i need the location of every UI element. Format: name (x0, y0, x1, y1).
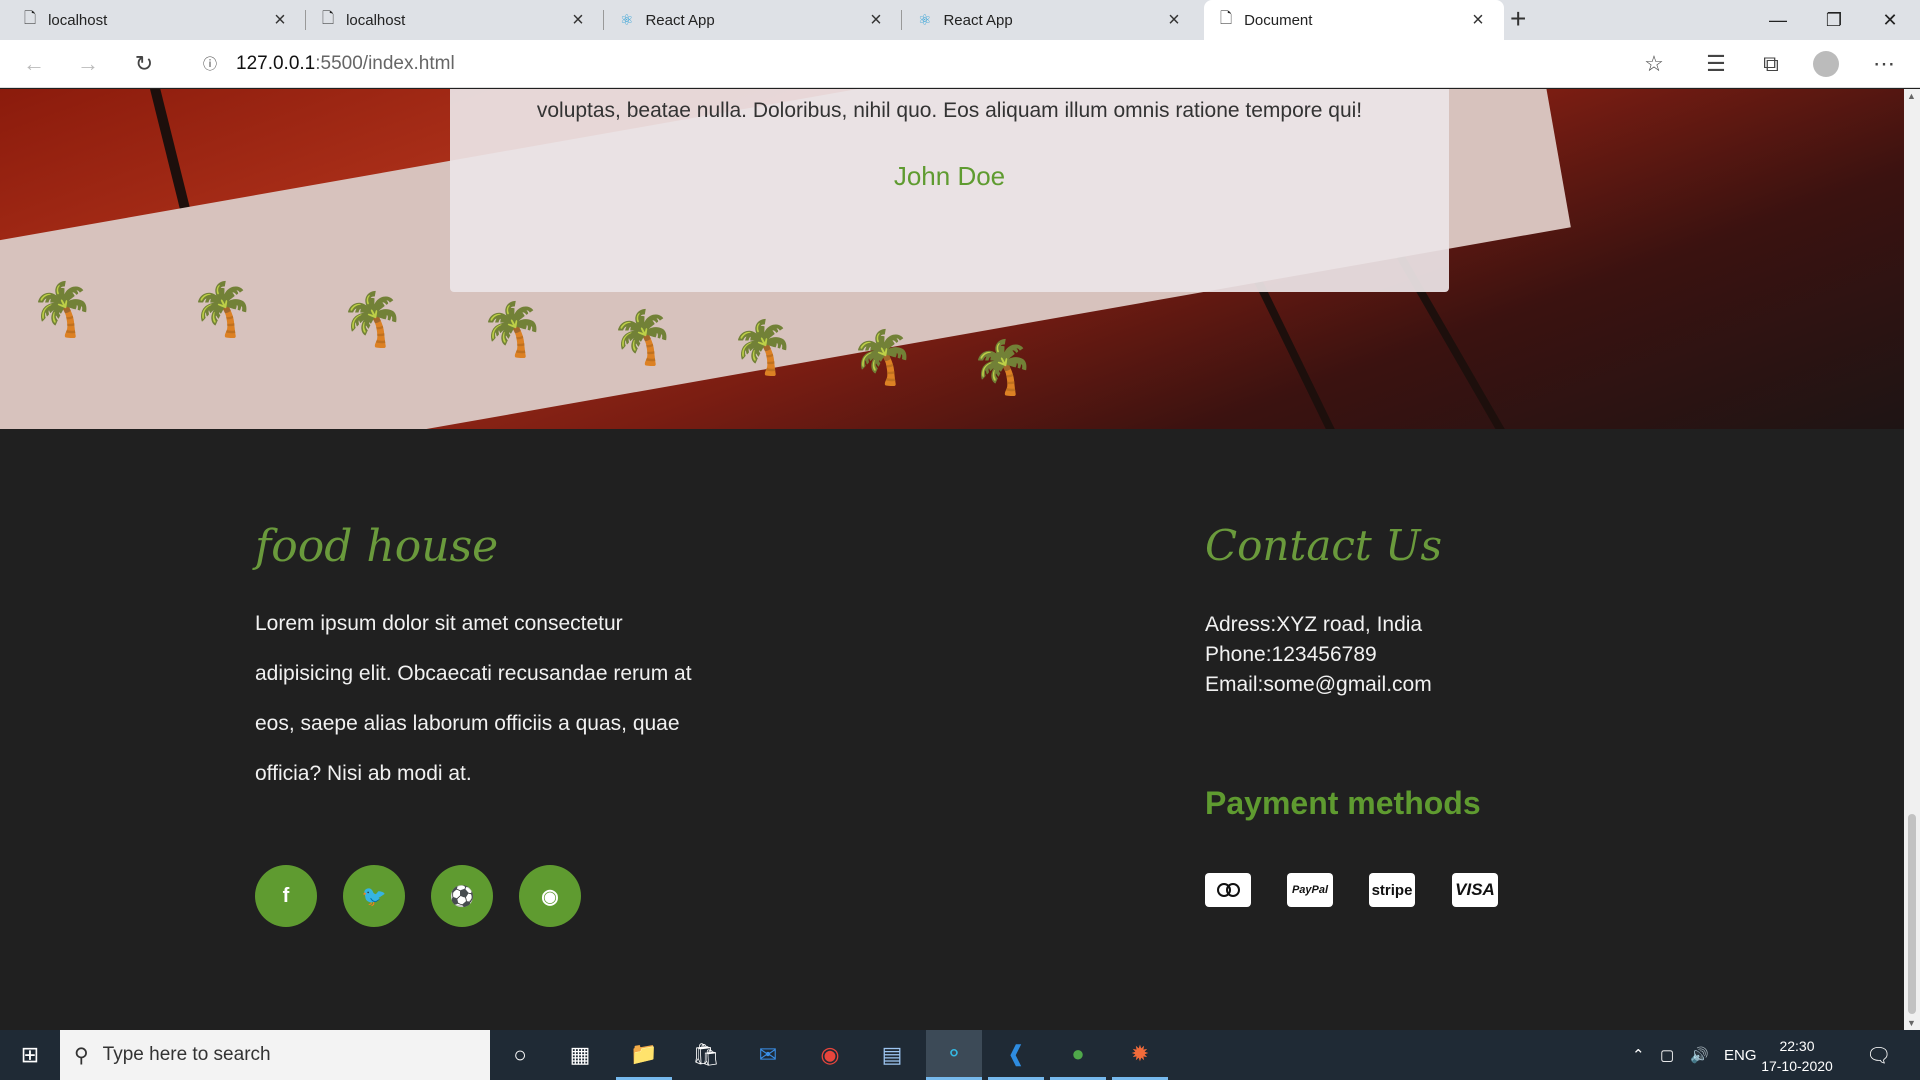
tab-label: localhost (48, 11, 108, 29)
tab-document[interactable]: 🗋 Document × (1204, 0, 1504, 40)
browser-tab-strip: 🗋 localhost × 🗋 localhost × ⚛ React App … (0, 0, 1920, 40)
paypal-icon: PayPal (1287, 873, 1333, 907)
testimonial-background: 🌴 🌴 🌴 🌴 🌴 🌴 🌴 🌴 voluptas, beatae nulla. … (0, 89, 1904, 429)
contact-phone: Phone:123456789 (1205, 643, 1377, 666)
palm-icon: 🌴 (970, 339, 1035, 397)
contact-address: Adress:XYZ road, India (1205, 613, 1423, 636)
palm-icon: 🌴 (610, 309, 675, 367)
testimonial-card: voluptas, beatae nulla. Doloribus, nihil… (450, 89, 1449, 292)
notifications-icon[interactable]: 🗨 (1866, 1030, 1891, 1080)
contact-email: Email:some@gmail.com (1205, 673, 1432, 696)
facebook-icon[interactable]: f (255, 865, 317, 927)
react-icon: ⚛ (918, 12, 932, 29)
postman-icon[interactable]: ✹ (1112, 1030, 1168, 1080)
volume-icon[interactable]: 🔊 (1690, 1030, 1709, 1080)
address-url[interactable]: 127.0.0.1:5500/index.html (236, 53, 455, 75)
tab-close-icon[interactable]: × (1468, 9, 1488, 32)
windows-taskbar: ⊞ ⚲ Type here to search ○ ▦ 📁 🛍 ✉ ◉ ▤ ⚬ … (0, 1030, 1920, 1080)
tab-close-icon[interactable]: × (1164, 9, 1184, 32)
search-icon: ⚲ (74, 1044, 89, 1067)
favorite-star-icon[interactable]: ☆ (1638, 48, 1670, 80)
palm-icon: 🌴 (850, 329, 915, 387)
new-tab-button[interactable]: + (1510, 4, 1526, 34)
dribbble-icon[interactable]: ⚽ (431, 865, 493, 927)
page-icon: 🗋 (322, 9, 335, 27)
palm-icon: 🌴 (730, 319, 795, 377)
chrome-icon[interactable]: ◉ (802, 1030, 858, 1080)
scrollbar-thumb[interactable] (1908, 814, 1916, 1014)
page-content: 🌴 🌴 🌴 🌴 🌴 🌴 🌴 🌴 voluptas, beatae nulla. … (0, 89, 1904, 1030)
reload-button[interactable]: ↻ (128, 48, 160, 80)
address-bar[interactable]: ⓘ 127.0.0.1:5500/index.html (180, 45, 1680, 83)
scroll-down-icon[interactable]: ▼ (1907, 1018, 1916, 1028)
page-scrollbar[interactable]: ▲ ▼ (1904, 89, 1920, 1030)
page-icon: 🗋 (1220, 9, 1233, 27)
contact-title: Contact Us (1205, 521, 1443, 570)
site-info-icon[interactable]: ⓘ (196, 50, 224, 78)
language-indicator[interactable]: ENG (1724, 1030, 1757, 1080)
taskbar-search[interactable]: ⚲ Type here to search (60, 1030, 490, 1080)
palm-icon: 🌴 (30, 281, 95, 339)
tab-label: React App (943, 11, 1013, 29)
site-footer: food house Lorem ipsum dolor sit amet co… (0, 429, 1904, 1030)
close-window-button[interactable]: ✕ (1862, 0, 1918, 40)
battery-icon[interactable]: ▢ (1660, 1030, 1674, 1080)
tab-react-app-1[interactable]: ⚛ React App × (604, 0, 902, 40)
back-button[interactable]: ← (18, 48, 50, 80)
edge-icon[interactable]: ⚬ (926, 1030, 982, 1080)
app-icon[interactable]: ▤ (864, 1030, 920, 1080)
task-view-icon[interactable]: ▦ (552, 1030, 608, 1080)
favorites-icon[interactable]: ☰ (1700, 48, 1732, 80)
instagram-icon[interactable]: ◉ (519, 865, 581, 927)
collections-icon[interactable]: ⧉ (1755, 48, 1787, 80)
tab-label: Document (1244, 11, 1313, 29)
tab-close-icon[interactable]: × (270, 9, 290, 32)
tab-close-icon[interactable]: × (568, 9, 588, 32)
vscode-icon[interactable]: ❰ (988, 1030, 1044, 1080)
react-icon: ⚛ (620, 12, 634, 29)
url-host: 127.0.0.1 (236, 53, 316, 74)
cortana-icon[interactable]: ○ (492, 1030, 548, 1080)
store-icon[interactable]: 🛍 (678, 1030, 734, 1080)
palm-icon: 🌴 (190, 281, 255, 339)
payment-title: Payment methods (1205, 785, 1481, 821)
file-explorer-icon[interactable]: 📁 (616, 1030, 672, 1080)
minimize-button[interactable]: — (1750, 0, 1806, 40)
page-icon: 🗋 (24, 9, 37, 27)
twitter-icon[interactable]: 🐦 (343, 865, 405, 927)
more-menu-icon[interactable]: ⋯ (1868, 48, 1900, 80)
tab-localhost-1[interactable]: 🗋 localhost × (8, 0, 306, 40)
windows-start-icon[interactable]: ⊞ (0, 1030, 60, 1080)
mail-icon[interactable]: ✉ (740, 1030, 796, 1080)
clock-time: 22:30 (1779, 1038, 1815, 1054)
search-placeholder: Type here to search (102, 1044, 271, 1065)
restore-button[interactable]: ❐ (1806, 0, 1862, 40)
testimonial-author: John Doe (893, 161, 1006, 191)
forward-button[interactable]: → (72, 48, 104, 80)
show-hidden-icons[interactable]: ⌃ (1632, 1030, 1645, 1080)
palm-icon: 🌴 (480, 301, 545, 359)
taskbar-clock[interactable]: 22:30 17-10-2020 (1756, 1036, 1838, 1076)
mongodb-icon[interactable]: ● (1050, 1030, 1106, 1080)
palm-icon: 🌴 (340, 291, 405, 349)
url-path: :5500/index.html (315, 53, 455, 74)
visa-icon: VISA (1452, 873, 1498, 907)
tab-localhost-2[interactable]: 🗋 localhost × (306, 0, 604, 40)
footer-about-text: Lorem ipsum dolor sit amet consectetur a… (255, 612, 692, 785)
tab-close-icon[interactable]: × (866, 9, 886, 32)
footer-brand: food house (255, 521, 499, 572)
testimonial-quote: voluptas, beatae nulla. Doloribus, nihil… (536, 99, 1363, 122)
tab-label: React App (645, 11, 715, 29)
scroll-up-icon[interactable]: ▲ (1907, 91, 1916, 101)
mastercard-icon (1205, 873, 1251, 907)
stripe-icon: stripe (1369, 873, 1415, 907)
clock-date: 17-10-2020 (1761, 1058, 1833, 1074)
profile-avatar[interactable] (1810, 48, 1842, 80)
browser-toolbar: ← → ↻ ⓘ 127.0.0.1:5500/index.html ☆ ☰ ⧉ … (0, 40, 1920, 88)
tab-react-app-2[interactable]: ⚛ React App × (902, 0, 1200, 40)
tab-label: localhost (346, 11, 406, 29)
